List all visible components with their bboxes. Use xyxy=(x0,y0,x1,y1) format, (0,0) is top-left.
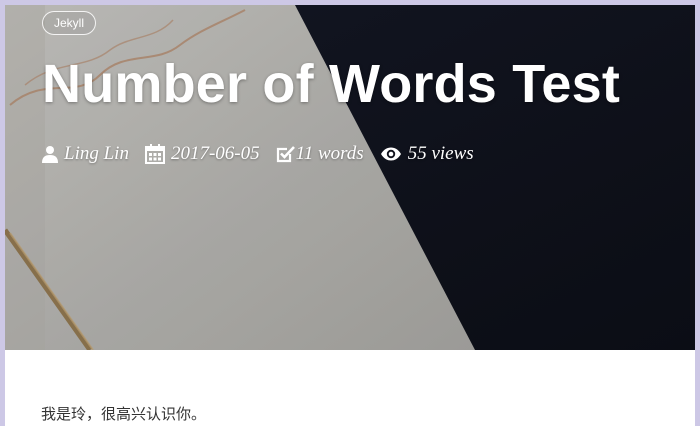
post-content: 我是玲，很高兴认识你。 xyxy=(5,350,695,426)
post-meta: Ling Lin 2017-06-05 11 words 55 views xyxy=(42,143,490,165)
post-page: Jekyll Number of Words Test Ling Lin 201… xyxy=(5,5,695,426)
view-count: 55 views xyxy=(407,143,474,164)
author-name: Ling Lin xyxy=(64,143,129,164)
meta-date: 2017-06-05 xyxy=(144,143,260,165)
calendar-icon xyxy=(144,144,165,164)
post-header-hero: Jekyll Number of Words Test Ling Lin 201… xyxy=(5,5,695,350)
tag-jekyll[interactable]: Jekyll xyxy=(42,11,97,35)
post-title: Number of Words Test xyxy=(42,54,621,114)
meta-views: 55 views xyxy=(380,143,474,165)
post-date: 2017-06-05 xyxy=(170,143,260,164)
check-square-icon xyxy=(276,146,295,163)
post-paragraph: 我是玲，很高兴认识你。 xyxy=(41,405,207,423)
meta-word-count: 11 words xyxy=(276,143,364,165)
user-icon xyxy=(42,146,58,163)
meta-author: Ling Lin xyxy=(42,143,129,165)
word-count: 11 words xyxy=(295,143,364,164)
eye-icon xyxy=(380,147,401,161)
